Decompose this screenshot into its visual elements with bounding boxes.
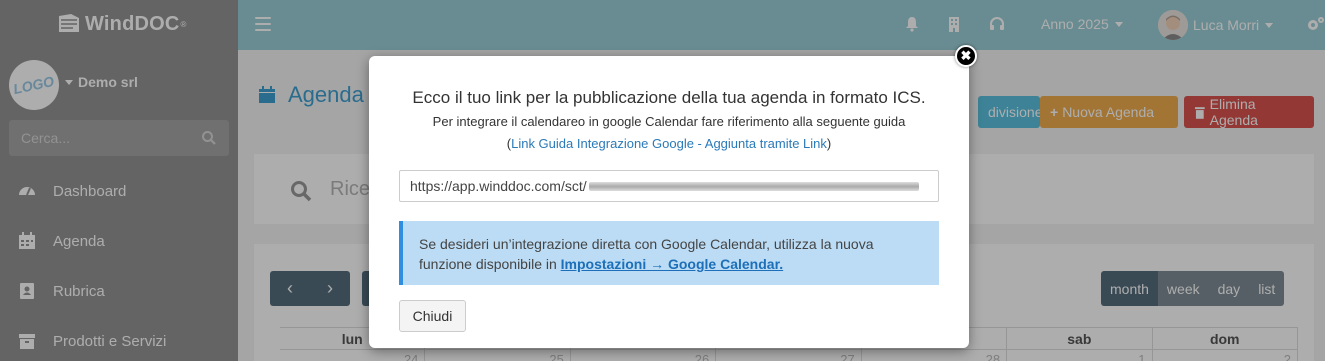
- close-button[interactable]: Chiudi: [399, 300, 466, 332]
- modal-subtitle: Per integrare il calendareo in google Ca…: [432, 114, 906, 129]
- modal-title: Ecco il tuo link per la pubblicazione de…: [412, 88, 926, 107]
- guide-link-line: (Link Guida Integrazione Google - Aggiun…: [369, 136, 969, 151]
- settings-link[interactable]: Impostazioni → Google Calendar.: [561, 256, 783, 272]
- guide-link[interactable]: Link Guida Integrazione Google - Aggiunt…: [511, 136, 827, 151]
- ics-url-value: https://app.winddoc.com/sct/: [410, 178, 587, 194]
- paren-close: ): [826, 136, 832, 151]
- ics-url-field[interactable]: https://app.winddoc.com/sct/: [399, 170, 939, 202]
- close-icon[interactable]: ✖: [955, 45, 977, 67]
- info-alert: Se desideri un’integrazione diretta con …: [399, 221, 939, 285]
- redacted-token: [588, 181, 919, 191]
- ics-link-modal: Ecco il tuo link per la pubblicazione de…: [369, 56, 969, 348]
